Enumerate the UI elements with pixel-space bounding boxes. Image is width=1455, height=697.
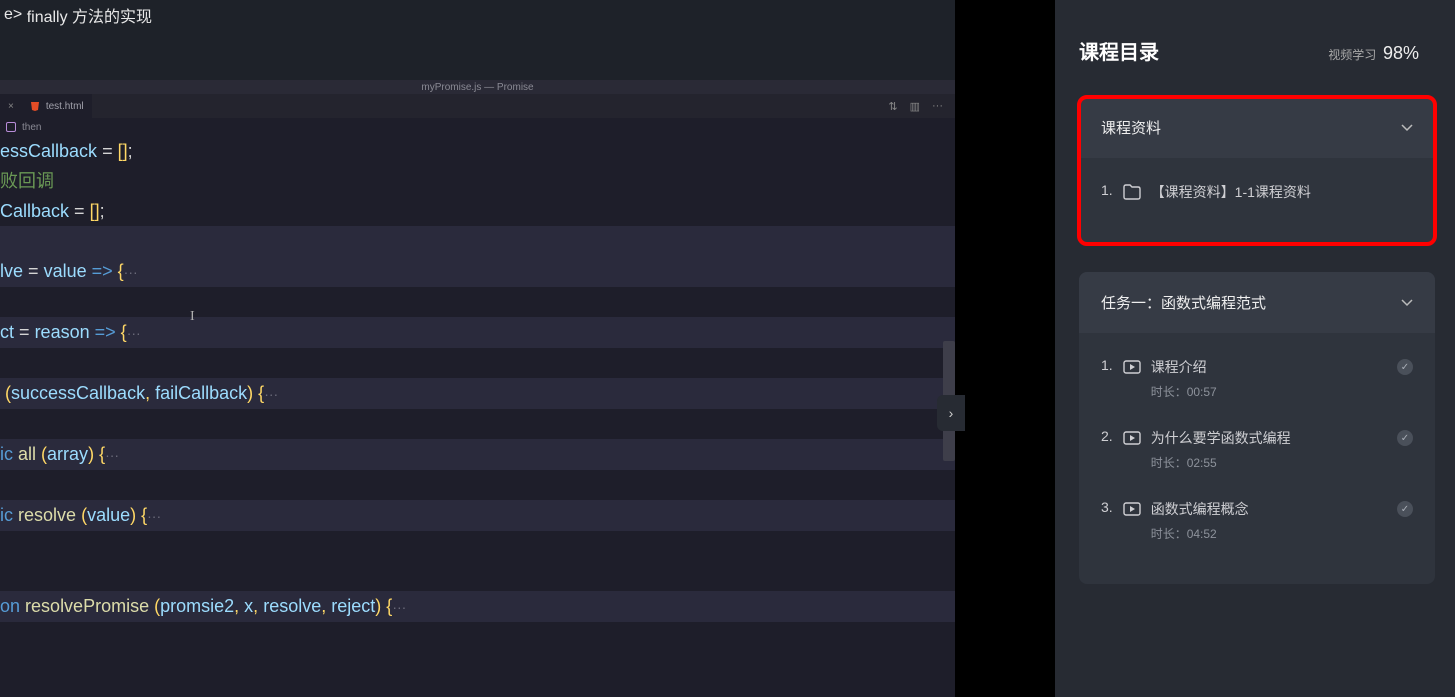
video-editor-pane: e> finally 方法的实现 myPromise.js — Promise … xyxy=(0,0,955,697)
item-index: 1. xyxy=(1101,182,1113,198)
page-title-bar: e> finally 方法的实现 xyxy=(0,0,955,30)
course-sidebar: 课程目录 视频学习 98% 课程资料 1. 【课程资料】1-1课程资料 xyxy=(1055,0,1455,697)
sidebar-section-materials: 课程资料 1. 【课程资料】1-1课程资料 xyxy=(1079,97,1435,244)
spacer xyxy=(0,30,955,80)
video-icon xyxy=(1123,430,1141,446)
section-title: 课程资料 xyxy=(1101,117,1161,138)
section-item[interactable]: 1. 【课程资料】1-1课程资料 xyxy=(1079,168,1435,216)
chevron-down-icon xyxy=(1401,124,1413,132)
editor-window-title: myPromise.js — Promise xyxy=(421,82,533,93)
check-icon: ✓ xyxy=(1397,359,1413,375)
chevron-down-icon xyxy=(1401,299,1413,307)
html-file-icon xyxy=(30,101,40,111)
editor-tab[interactable]: test.html xyxy=(22,94,92,118)
item-meta: 时长：02:55 xyxy=(1151,454,1291,471)
code-editor: myPromise.js — Promise × test.html ⇅ ▥ ·… xyxy=(0,80,955,697)
check-icon: ✓ xyxy=(1397,430,1413,446)
video-icon xyxy=(1123,359,1141,375)
section-body: 1. 课程介绍 时长：00:57 ✓ 2. xyxy=(1079,333,1435,584)
video-black-bar: › xyxy=(955,0,1055,697)
editor-breadcrumb[interactable]: then xyxy=(0,118,955,136)
compare-icon[interactable]: ⇅ xyxy=(888,100,897,113)
check-icon: ✓ xyxy=(1397,501,1413,517)
sidebar-header: 课程目录 视频学习 98% xyxy=(1055,0,1455,73)
chevron-right-icon: › xyxy=(949,405,954,421)
section-item[interactable]: 2. 为什么要学函数式编程 时长：02:55 ✓ xyxy=(1079,414,1435,485)
text-cursor-icon: I xyxy=(190,302,195,332)
sidebar-progress: 视频学习 98% xyxy=(1328,43,1419,64)
code-area[interactable]: essCallback = []; 败回调 Callback = []; lve… xyxy=(0,136,955,697)
editor-tab-actions: ⇅ ▥ ··· xyxy=(888,100,955,113)
method-icon xyxy=(6,122,16,132)
section-body: 1. 【课程资料】1-1课程资料 xyxy=(1079,158,1435,244)
split-icon[interactable]: ▥ xyxy=(910,100,920,113)
sidebar-toggle-button[interactable]: › xyxy=(937,395,965,431)
progress-label: 视频学习 xyxy=(1328,48,1376,62)
item-label: 【课程资料】1-1课程资料 xyxy=(1151,182,1311,202)
section-header[interactable]: 课程资料 xyxy=(1079,97,1435,158)
editor-tab-bar: × test.html ⇅ ▥ ··· xyxy=(0,94,955,118)
progress-value: 98 xyxy=(1383,43,1403,63)
item-label: 课程介绍 xyxy=(1151,357,1217,377)
close-icon[interactable]: × xyxy=(8,101,14,112)
section-item[interactable]: 1. 课程介绍 时长：00:57 ✓ xyxy=(1079,343,1435,414)
item-label: 函数式编程概念 xyxy=(1151,499,1249,519)
section-title: 任务一：函数式编程范式 xyxy=(1101,292,1266,313)
tab-label: test.html xyxy=(46,101,84,112)
folder-icon xyxy=(1123,184,1141,200)
video-icon xyxy=(1123,501,1141,517)
more-icon[interactable]: ··· xyxy=(932,100,943,113)
sidebar-title: 课程目录 xyxy=(1079,36,1159,65)
section-header[interactable]: 任务一：函数式编程范式 xyxy=(1079,272,1435,333)
progress-pct: % xyxy=(1403,43,1419,63)
item-meta: 时长：04:52 xyxy=(1151,525,1249,542)
sidebar-section-task1: 任务一：函数式编程范式 1. 课程介绍 时长：00:57 ✓ xyxy=(1079,272,1435,584)
section-item[interactable]: 3. 函数式编程概念 时长：04:52 ✓ xyxy=(1079,485,1435,556)
item-meta: 时长：00:57 xyxy=(1151,383,1217,400)
breadcrumb-prefix: e> xyxy=(4,6,22,24)
breadcrumb-item: then xyxy=(22,122,41,133)
page-title: finally 方法的实现 xyxy=(27,3,152,27)
item-index: 3. xyxy=(1101,499,1113,515)
item-index: 1. xyxy=(1101,357,1113,373)
item-index: 2. xyxy=(1101,428,1113,444)
sidebar-body: 课程资料 1. 【课程资料】1-1课程资料 任务一：函数式编程范式 xyxy=(1055,73,1455,697)
editor-titlebar: myPromise.js — Promise xyxy=(0,80,955,94)
item-label: 为什么要学函数式编程 xyxy=(1151,428,1291,448)
editor-tab-active[interactable]: × xyxy=(0,94,22,118)
